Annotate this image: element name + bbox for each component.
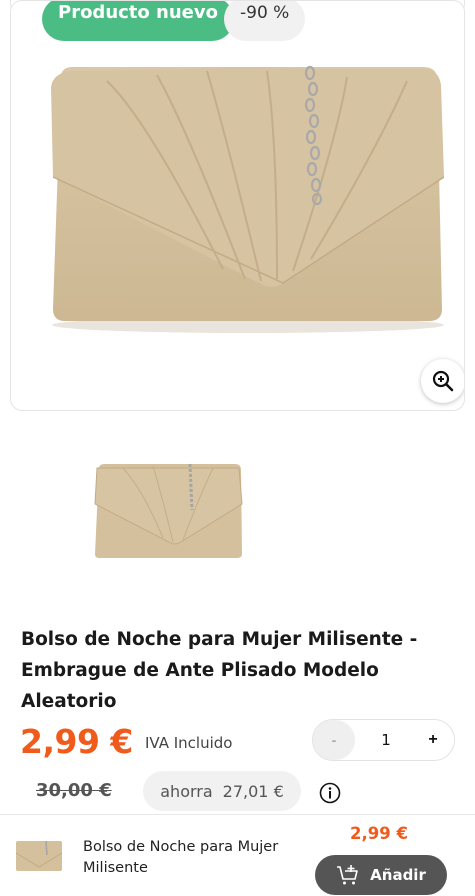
info-icon[interactable] bbox=[319, 782, 341, 804]
product-price: 2,99 € bbox=[20, 722, 133, 761]
discount-badge: -90 % bbox=[224, 1, 306, 41]
savings-label: ahorra bbox=[160, 781, 213, 801]
savings-badge: ahorra 27,01 € bbox=[143, 771, 301, 811]
bar-product-title: Bolso de Noche para Mujer Milisente bbox=[83, 839, 279, 876]
product-image-card: Producto nuevo -90 % bbox=[10, 0, 465, 411]
add-to-cart-button[interactable]: Añadir bbox=[315, 855, 447, 895]
zoom-in-icon bbox=[432, 370, 454, 392]
cart-add-icon bbox=[337, 865, 358, 885]
quantity-value[interactable]: 1 bbox=[368, 731, 404, 749]
new-product-badge: Producto nuevo bbox=[42, 1, 234, 41]
savings-amount: 27,01 € bbox=[222, 781, 284, 801]
quantity-stepper: - 1 + bbox=[312, 719, 455, 761]
quantity-increase-button[interactable]: + bbox=[412, 720, 454, 760]
quantity-decrease-button[interactable]: - bbox=[313, 720, 355, 760]
bar-product-thumbnail bbox=[15, 840, 63, 871]
sticky-add-to-cart-bar: Bolso de Noche para Mujer Milisente 2,99… bbox=[0, 814, 475, 896]
product-thumbnail[interactable] bbox=[93, 460, 243, 560]
bar-price: 2,99 € bbox=[350, 824, 408, 843]
tax-note: IVA Incluido bbox=[145, 734, 233, 752]
product-main-image[interactable] bbox=[47, 59, 449, 339]
add-button-label: Añadir bbox=[370, 866, 426, 884]
product-title: Bolso de Noche para Mujer Milisente - Em… bbox=[21, 629, 418, 712]
zoom-button[interactable] bbox=[421, 359, 464, 403]
original-price: 30,00 € bbox=[36, 780, 112, 801]
